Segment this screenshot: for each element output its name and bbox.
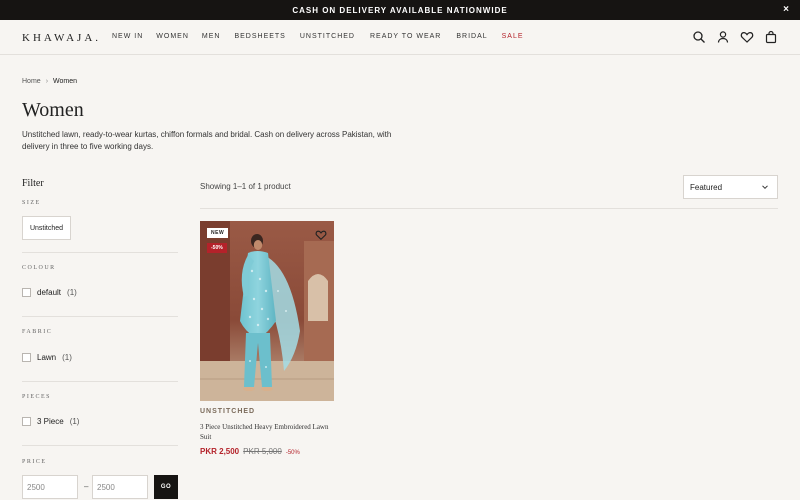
option-label: Lawn [37, 353, 57, 362]
product-category: UNSTITCHED [200, 408, 256, 415]
nav-item-men[interactable]: MEN [202, 33, 221, 40]
nav-item-bedsheets[interactable]: BEDSHEETS [234, 33, 285, 40]
announcement-bar: CASH ON DELIVERY AVAILABLE NATIONWIDE × [0, 0, 800, 20]
product-image[interactable]: NEW -50% [200, 221, 334, 401]
divider [200, 208, 778, 209]
wishlist-heart-icon[interactable] [315, 229, 327, 241]
option-count: (1) [69, 417, 80, 426]
nav-item-sale[interactable]: SALE [502, 33, 524, 40]
breadcrumb-home[interactable]: Home [22, 78, 41, 85]
option-label: default [37, 288, 62, 297]
price-current: PKR 2,500 [200, 447, 240, 456]
divider [22, 381, 178, 382]
filter-colour-label: COLOUR [22, 265, 56, 271]
filter-fabric-label: FABRIC [22, 329, 53, 335]
page-description: Unstitched lawn, ready-to-wear kurtas, c… [22, 130, 392, 151]
announcement-text: CASH ON DELIVERY AVAILABLE NATIONWIDE [292, 5, 508, 15]
option-count: (1) [67, 288, 77, 297]
nav-item-bridal[interactable]: BRIDAL [456, 33, 487, 40]
nav-item-women[interactable]: WOMEN [156, 33, 189, 40]
checkbox[interactable] [22, 417, 31, 426]
divider [22, 316, 178, 317]
results-count: Showing 1–1 of 1 product [200, 182, 291, 191]
price-range-dash: – [84, 482, 89, 491]
price-discount: -50% [285, 450, 300, 456]
option-label: 3 Piece [37, 417, 64, 426]
breadcrumb: Home › Women [22, 78, 77, 85]
logo[interactable]: KHAWAJA. [22, 32, 101, 44]
breadcrumb-current: Women [53, 78, 78, 85]
filter-pieces-label: PIECES [22, 394, 52, 400]
size-chip-unstitched[interactable]: Unstitched [22, 216, 71, 240]
chevron-down-icon [762, 185, 768, 190]
checkbox[interactable] [22, 353, 31, 362]
discount-badge: -50% [207, 243, 227, 253]
product-card[interactable]: NEW -50% [200, 221, 334, 401]
filter-size-label: SIZE [22, 200, 41, 206]
product-price: PKR 2,500 PKR 5,000 -50% [200, 447, 300, 456]
page-title: Women [22, 99, 84, 121]
filter-title: Filter [22, 178, 44, 189]
bag-icon[interactable] [764, 30, 778, 44]
chevron-right-icon: › [45, 78, 49, 85]
fabric-option-lawn[interactable]: Lawn (1) [22, 353, 72, 362]
nav-item-ready-to-wear[interactable]: READY TO WEAR [370, 33, 441, 40]
price-original: PKR 5,000 [243, 447, 282, 456]
site-header: KHAWAJA. NEW IN WOMEN MEN BEDSHEETS UNST… [0, 20, 800, 55]
nav-item-unstitched[interactable]: UNSTITCHED [300, 33, 355, 40]
price-go-button[interactable]: GO [154, 475, 178, 499]
nav-item-new-in[interactable]: NEW IN [112, 33, 143, 40]
option-count: (1) [62, 353, 72, 362]
account-icon[interactable] [716, 30, 730, 44]
colour-option-default[interactable]: default (1) [22, 288, 77, 297]
product-name[interactable]: 3 Piece Unstitched Heavy Embroidered Law… [200, 422, 334, 442]
header-icons [682, 30, 778, 44]
price-min-input[interactable]: 2500 [22, 475, 78, 499]
sort-select[interactable]: Featured [683, 175, 778, 199]
divider [22, 445, 178, 446]
divider [22, 252, 178, 253]
new-badge: NEW [207, 228, 229, 238]
sort-value: Featured [690, 182, 723, 192]
search-icon[interactable] [692, 30, 706, 44]
filter-price-label: PRICE [22, 459, 47, 465]
close-icon[interactable]: × [783, 4, 790, 16]
heart-icon[interactable] [740, 30, 754, 44]
main-nav: NEW IN WOMEN MEN BEDSHEETS UNSTITCHED RE… [112, 33, 524, 40]
price-max-input[interactable]: 2500 [92, 475, 148, 499]
checkbox[interactable] [22, 288, 31, 297]
pieces-option-3-piece[interactable]: 3 Piece (1) [22, 417, 79, 426]
